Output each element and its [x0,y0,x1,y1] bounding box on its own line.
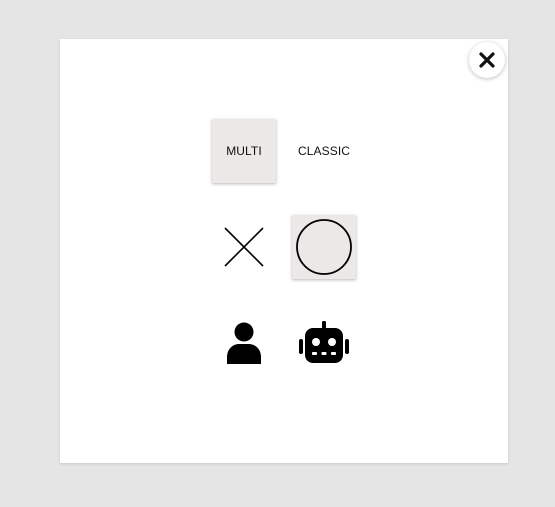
person-icon [226,322,262,364]
mark-x-button[interactable] [212,215,276,279]
robot-icon [298,321,350,365]
mode-multi-button[interactable]: MULTI [212,119,276,183]
o-mark-icon [294,217,354,277]
mode-classic-label: CLASSIC [297,144,351,158]
mode-classic-button[interactable]: CLASSIC [292,119,356,183]
settings-modal [60,39,508,463]
mark-o-button[interactable] [292,215,356,279]
player-robot-button[interactable] [292,311,356,375]
mode-multi-label: MULTI [226,144,262,158]
x-mark-icon [222,225,266,269]
close-button[interactable] [469,42,505,78]
player-human-button[interactable] [212,311,276,375]
close-icon [478,51,496,69]
